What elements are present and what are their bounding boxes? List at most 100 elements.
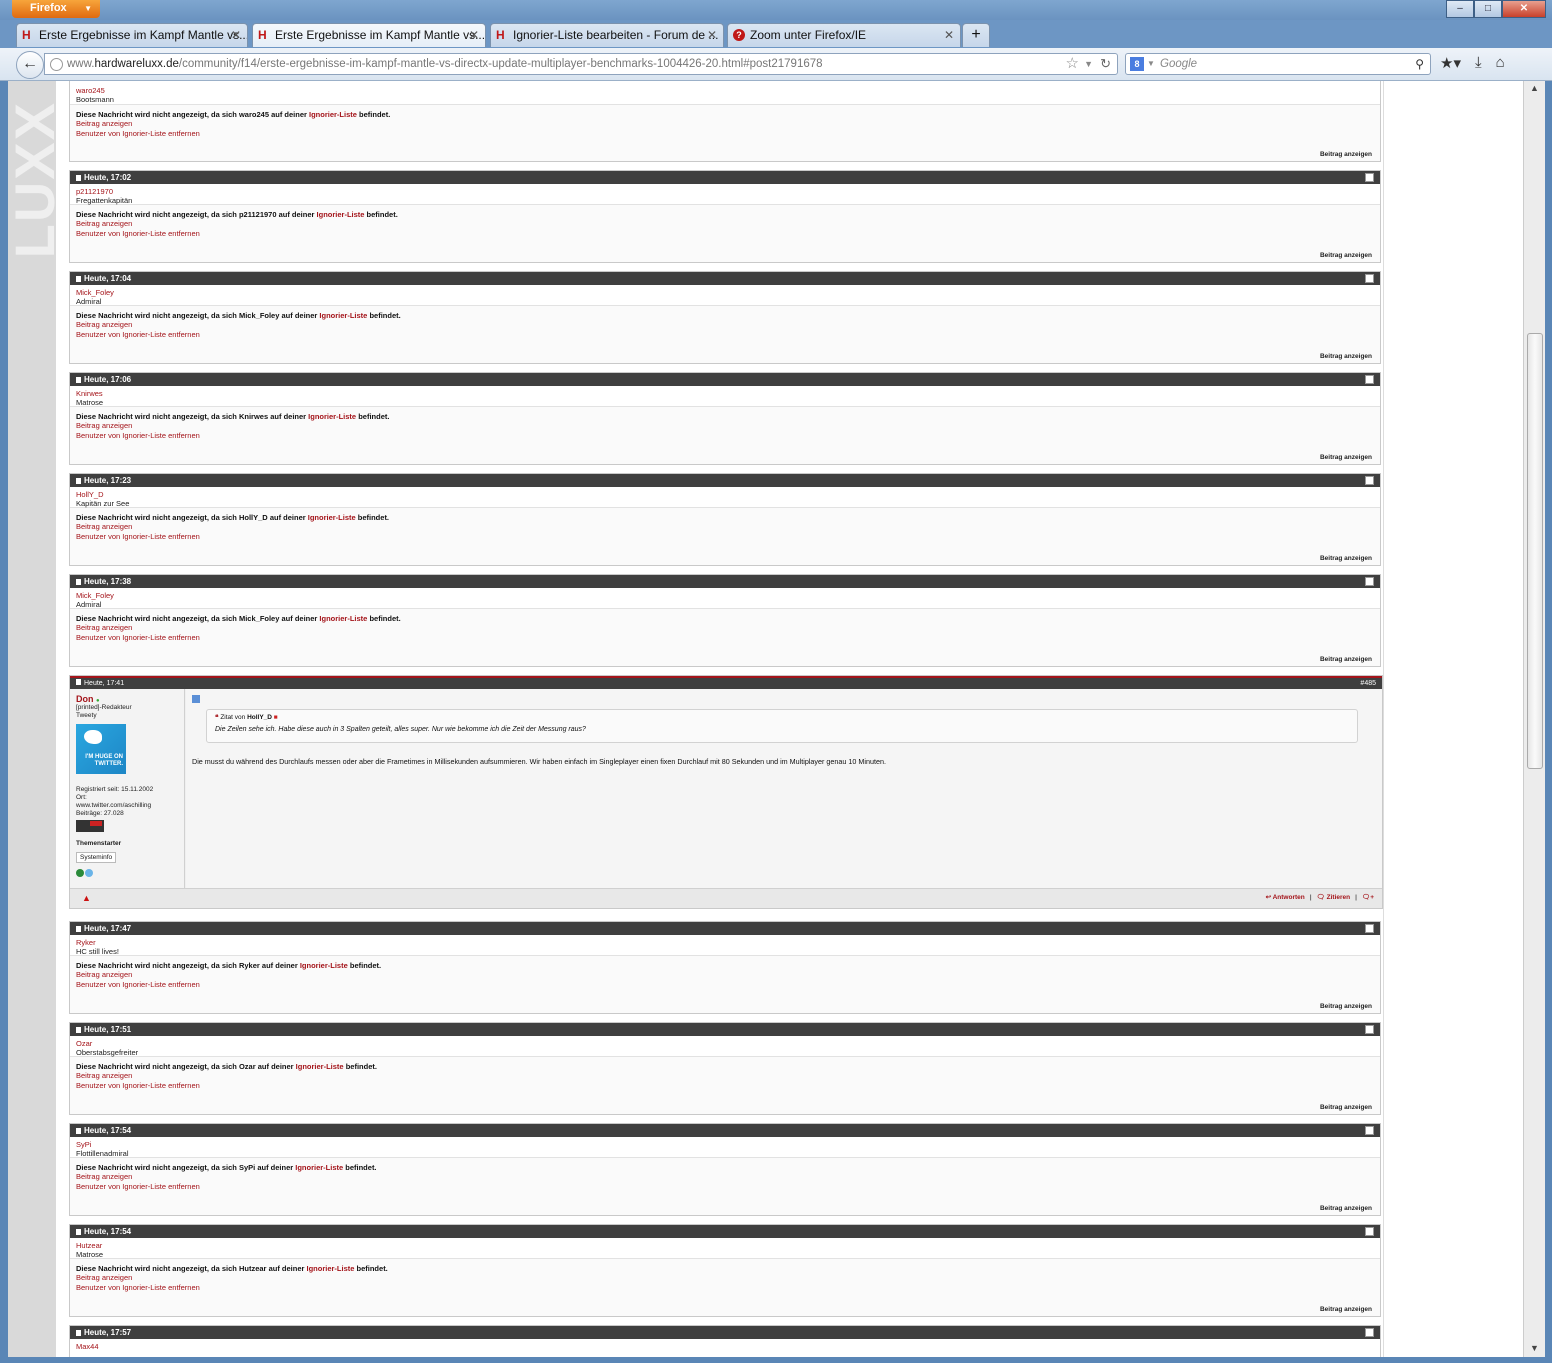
google-icon[interactable]: 8: [1130, 57, 1144, 71]
maximize-button[interactable]: □: [1474, 0, 1502, 18]
select-post-checkbox[interactable]: [1365, 375, 1374, 384]
show-post-button[interactable]: Beitrag anzeigen: [1320, 656, 1372, 663]
post-username[interactable]: Knirwes: [76, 389, 1374, 398]
show-post-button[interactable]: Beitrag anzeigen: [1320, 1003, 1372, 1010]
remove-from-ignore-link[interactable]: Benutzer von Ignorier-Liste entfernen: [76, 1081, 1374, 1091]
ignore-list-link[interactable]: Ignorier-Liste: [319, 614, 367, 623]
systeminfo-button[interactable]: Systeminfo: [76, 852, 117, 863]
post-username[interactable]: Mick_Foley: [76, 288, 1374, 297]
ignore-list-link[interactable]: Ignorier-Liste: [317, 210, 365, 219]
search-bar[interactable]: 8 ▼ Google ⚲: [1125, 53, 1431, 75]
show-post-button[interactable]: Beitrag anzeigen: [1320, 1104, 1372, 1111]
avatar[interactable]: I'M HUGE ON TWITTER.: [76, 724, 126, 774]
ignore-list-link[interactable]: Ignorier-Liste: [308, 513, 356, 522]
tab-mantle-1[interactable]: H Erste Ergebnisse im Kampf Mantle vs...…: [16, 23, 248, 47]
close-tab-icon[interactable]: ✕: [707, 24, 717, 46]
post-username[interactable]: Ozar: [76, 1039, 1374, 1048]
back-button[interactable]: ←: [16, 51, 44, 79]
post-username[interactable]: p21121970: [76, 187, 1374, 196]
multiquote-icon[interactable]: 🗨+: [1362, 894, 1374, 901]
select-post-checkbox[interactable]: [1365, 1227, 1374, 1236]
select-post-checkbox[interactable]: [1365, 1126, 1374, 1135]
new-tab-button[interactable]: +: [962, 23, 990, 47]
select-post-checkbox[interactable]: [1365, 924, 1374, 933]
show-post-button[interactable]: Beitrag anzeigen: [1320, 555, 1372, 562]
report-post-icon[interactable]: ▲: [82, 893, 91, 903]
close-window-button[interactable]: ✕: [1502, 0, 1546, 18]
show-post-link[interactable]: Beitrag anzeigen: [76, 320, 1374, 330]
show-post-link[interactable]: Beitrag anzeigen: [76, 421, 1374, 431]
close-tab-icon[interactable]: ✕: [469, 24, 479, 46]
page-scrollbar[interactable]: ▲ ▼: [1523, 81, 1545, 1357]
show-post-button[interactable]: Beitrag anzeigen: [1320, 454, 1372, 461]
show-post-link[interactable]: Beitrag anzeigen: [76, 1172, 1374, 1182]
remove-from-ignore-link[interactable]: Benutzer von Ignorier-Liste entfernen: [76, 330, 1374, 340]
show-post-button[interactable]: Beitrag anzeigen: [1320, 1205, 1372, 1212]
search-icon[interactable]: ⚲: [1415, 54, 1424, 74]
post-username[interactable]: waro245: [76, 86, 1374, 95]
downloads-icon[interactable]: ⤓: [1475, 54, 1482, 72]
remove-from-ignore-link[interactable]: Benutzer von Ignorier-Liste entfernen: [76, 532, 1374, 542]
select-post-checkbox[interactable]: [1365, 476, 1374, 485]
remove-from-ignore-link[interactable]: Benutzer von Ignorier-Liste entfernen: [76, 633, 1374, 643]
bookmark-star-icon[interactable]: ☆: [1066, 54, 1079, 74]
show-post-link[interactable]: Beitrag anzeigen: [76, 1273, 1374, 1283]
scrollbar-thumb[interactable]: [1527, 333, 1543, 769]
reload-icon[interactable]: ↻: [1100, 54, 1111, 74]
show-post-button[interactable]: Beitrag anzeigen: [1320, 252, 1372, 259]
view-post-icon[interactable]: ■: [274, 714, 278, 721]
show-post-button[interactable]: Beitrag anzeigen: [1320, 151, 1372, 158]
scroll-up-icon[interactable]: ▲: [1524, 83, 1545, 93]
remove-from-ignore-link[interactable]: Benutzer von Ignorier-Liste entfernen: [76, 1283, 1374, 1293]
post-username[interactable]: Max44: [76, 1342, 1374, 1351]
select-post-checkbox[interactable]: [1365, 577, 1374, 586]
history-dropdown-icon[interactable]: ▼: [1084, 54, 1093, 74]
search-engine-dropdown-icon[interactable]: ▼: [1147, 54, 1155, 74]
ignore-list-link[interactable]: Ignorier-Liste: [295, 1163, 343, 1172]
close-tab-icon[interactable]: ✕: [231, 24, 241, 46]
show-post-link[interactable]: Beitrag anzeigen: [76, 1071, 1374, 1081]
show-post-button[interactable]: Beitrag anzeigen: [1320, 1306, 1372, 1313]
ignore-list-link[interactable]: Ignorier-Liste: [307, 1264, 355, 1273]
minimize-button[interactable]: –: [1446, 0, 1474, 18]
show-post-link[interactable]: Beitrag anzeigen: [76, 970, 1374, 980]
show-post-link[interactable]: Beitrag anzeigen: [76, 623, 1374, 633]
bookmarks-icon[interactable]: ★▾: [1440, 54, 1461, 72]
homepage-icon[interactable]: [76, 869, 84, 877]
select-post-checkbox[interactable]: [1365, 1025, 1374, 1034]
post-username[interactable]: HollY_D: [76, 490, 1374, 499]
show-post-link[interactable]: Beitrag anzeigen: [76, 219, 1374, 229]
home-icon[interactable]: ⌂: [1496, 54, 1505, 72]
ignore-list-link[interactable]: Ignorier-Liste: [309, 110, 357, 119]
post-username[interactable]: Mick_Foley: [76, 591, 1374, 600]
ignore-list-link[interactable]: Ignorier-Liste: [308, 412, 356, 421]
post-username[interactable]: SyPi: [76, 1140, 1374, 1149]
firefox-menu-button[interactable]: Firefox ▼: [12, 0, 100, 18]
remove-from-ignore-link[interactable]: Benutzer von Ignorier-Liste entfernen: [76, 980, 1374, 990]
tab-mantle-2[interactable]: H Erste Ergebnisse im Kampf Mantle vs...…: [252, 23, 486, 47]
tab-ignorier-liste[interactable]: H Ignorier-Liste bearbeiten - Forum de .…: [490, 23, 724, 47]
remove-from-ignore-link[interactable]: Benutzer von Ignorier-Liste entfernen: [76, 1182, 1374, 1192]
post-username[interactable]: Ryker: [76, 938, 1374, 947]
select-post-checkbox[interactable]: [1365, 173, 1374, 182]
select-post-checkbox[interactable]: [1365, 1328, 1374, 1337]
reply-button[interactable]: ↩ Antworten: [1266, 894, 1305, 901]
ignore-list-link[interactable]: Ignorier-Liste: [300, 961, 348, 970]
ignore-list-link[interactable]: Ignorier-Liste: [296, 1062, 344, 1071]
remove-from-ignore-link[interactable]: Benutzer von Ignorier-Liste entfernen: [76, 129, 1374, 139]
scroll-down-icon[interactable]: ▼: [1524, 1343, 1545, 1353]
remove-from-ignore-link[interactable]: Benutzer von Ignorier-Liste entfernen: [76, 229, 1374, 239]
url-bar[interactable]: www.hardwareluxx.de/community/f14/erste-…: [44, 53, 1118, 75]
tab-zoom[interactable]: ? Zoom unter Firefox/IE ✕: [727, 23, 961, 47]
post-username[interactable]: Hutzear: [76, 1241, 1374, 1250]
quote-button[interactable]: 🗨 Zitieren: [1317, 894, 1351, 901]
show-post-button[interactable]: Beitrag anzeigen: [1320, 353, 1372, 360]
close-tab-icon[interactable]: ✕: [944, 24, 954, 46]
ignore-list-link[interactable]: Ignorier-Liste: [319, 311, 367, 320]
select-post-checkbox[interactable]: [1365, 274, 1374, 283]
post-username[interactable]: Don ●: [76, 694, 100, 704]
show-post-link[interactable]: Beitrag anzeigen: [76, 522, 1374, 532]
skype-icon[interactable]: [85, 869, 93, 877]
show-post-link[interactable]: Beitrag anzeigen: [76, 119, 1374, 129]
remove-from-ignore-link[interactable]: Benutzer von Ignorier-Liste entfernen: [76, 431, 1374, 441]
